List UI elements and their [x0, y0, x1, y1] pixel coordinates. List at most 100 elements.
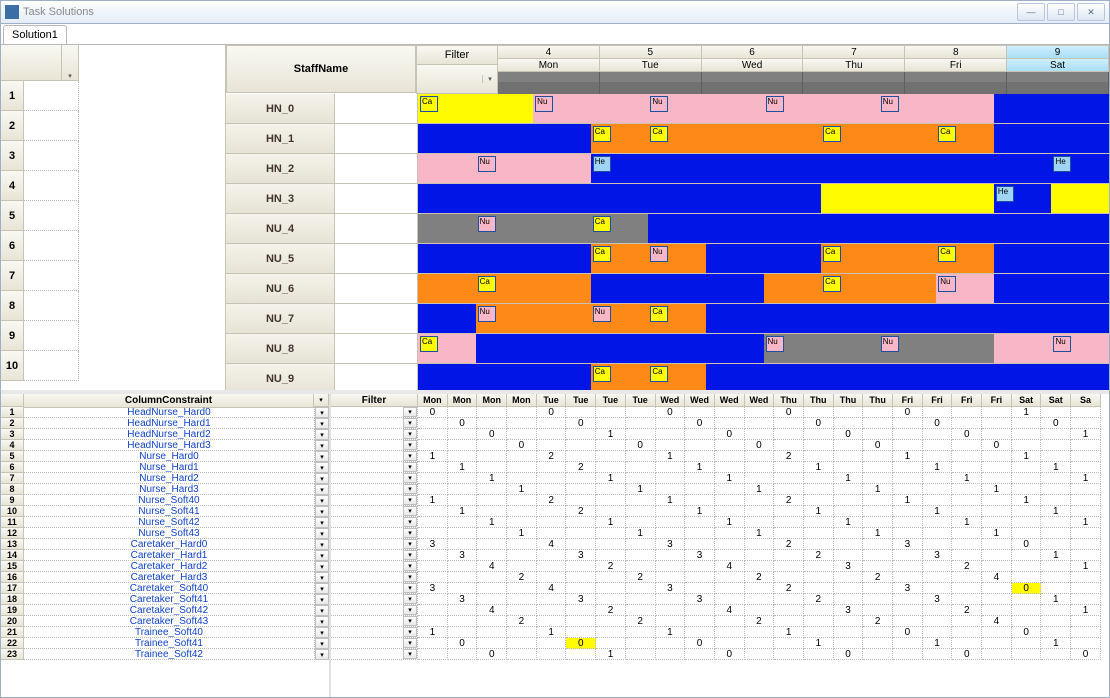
value-cell[interactable]: [1071, 418, 1101, 429]
value-cell[interactable]: [834, 484, 864, 495]
day-name-header[interactable]: Wed: [702, 59, 804, 72]
day-cell[interactable]: [994, 94, 1109, 123]
value-cell[interactable]: 2: [626, 616, 656, 627]
value-cell[interactable]: [537, 561, 567, 572]
value-cell[interactable]: [952, 550, 982, 561]
task-tag[interactable]: Ca: [938, 246, 956, 262]
value-cell[interactable]: [537, 638, 567, 649]
value-cell[interactable]: 3: [893, 583, 923, 594]
value-cell[interactable]: [982, 539, 1012, 550]
value-cell[interactable]: [893, 484, 923, 495]
day-cell[interactable]: Ca: [533, 244, 648, 273]
value-cell[interactable]: [1071, 506, 1101, 517]
value-cell[interactable]: [507, 473, 537, 484]
value-cell[interactable]: 0: [863, 440, 893, 451]
task-tag[interactable]: Ca: [420, 96, 438, 112]
value-cell[interactable]: [745, 495, 775, 506]
day-cell[interactable]: [533, 334, 648, 363]
value-cell[interactable]: 2: [952, 605, 982, 616]
dropdown-icon[interactable]: ▾: [403, 473, 417, 483]
task-tag[interactable]: Ca: [593, 366, 611, 382]
value-cell[interactable]: [745, 418, 775, 429]
value-cell[interactable]: [745, 627, 775, 638]
day-column-header[interactable]: Mon: [448, 394, 478, 407]
value-cell[interactable]: [834, 638, 864, 649]
value-cell[interactable]: [626, 473, 656, 484]
value-cell[interactable]: 4: [537, 583, 567, 594]
value-cell[interactable]: [477, 627, 507, 638]
day-cell[interactable]: [879, 364, 994, 390]
day-cell[interactable]: Nu: [764, 94, 879, 123]
value-cell[interactable]: [923, 451, 953, 462]
value-cell[interactable]: [923, 407, 953, 418]
value-cell[interactable]: [685, 539, 715, 550]
value-cell[interactable]: 3: [834, 605, 864, 616]
value-cell[interactable]: 1: [893, 451, 923, 462]
value-cell[interactable]: [1041, 627, 1071, 638]
value-cell[interactable]: [596, 506, 626, 517]
value-cell[interactable]: [507, 495, 537, 506]
filter-cell[interactable]: ▾: [331, 583, 418, 594]
value-cell[interactable]: 2: [507, 572, 537, 583]
task-tag[interactable]: Ca: [650, 306, 668, 322]
value-cell[interactable]: [477, 407, 507, 418]
value-cell[interactable]: [537, 649, 567, 660]
value-cell[interactable]: 4: [982, 572, 1012, 583]
value-cell[interactable]: [982, 473, 1012, 484]
staff-name[interactable]: NU_7: [226, 304, 335, 334]
value-cell[interactable]: [982, 517, 1012, 528]
dropdown-icon[interactable]: ▾: [315, 561, 329, 572]
value-cell[interactable]: 2: [566, 462, 596, 473]
value-cell[interactable]: [477, 583, 507, 594]
day-column-header[interactable]: Mon: [418, 394, 448, 407]
value-cell[interactable]: [1012, 462, 1042, 473]
dropdown-icon[interactable]: ▾: [403, 539, 417, 549]
staff-name[interactable]: HN_3: [226, 184, 335, 214]
value-cell[interactable]: 0: [685, 638, 715, 649]
value-cell[interactable]: [1041, 484, 1071, 495]
value-cell[interactable]: [982, 627, 1012, 638]
value-cell[interactable]: [774, 550, 804, 561]
dropdown-icon[interactable]: ▾: [403, 594, 417, 604]
value-cell[interactable]: 1: [1071, 429, 1101, 440]
value-cell[interactable]: 4: [537, 539, 567, 550]
value-cell[interactable]: [685, 451, 715, 462]
value-cell[interactable]: [418, 484, 448, 495]
value-cell[interactable]: [448, 616, 478, 627]
value-cell[interactable]: [448, 627, 478, 638]
dropdown-icon[interactable]: ▾: [403, 418, 417, 428]
value-cell[interactable]: [982, 407, 1012, 418]
staff-name[interactable]: NU_6: [226, 274, 335, 304]
value-cell[interactable]: 0: [626, 440, 656, 451]
value-cell[interactable]: [982, 462, 1012, 473]
value-cell[interactable]: [893, 506, 923, 517]
value-cell[interactable]: 3: [685, 594, 715, 605]
value-cell[interactable]: [774, 473, 804, 484]
tab-solution1[interactable]: Solution1: [3, 25, 67, 44]
value-cell[interactable]: [774, 506, 804, 517]
value-cell[interactable]: [774, 572, 804, 583]
value-cell[interactable]: 1: [596, 429, 626, 440]
value-cell[interactable]: 1: [715, 473, 745, 484]
value-cell[interactable]: [596, 594, 626, 605]
day-name-header[interactable]: Sat: [1007, 59, 1109, 72]
value-cell[interactable]: [685, 484, 715, 495]
value-cell[interactable]: [745, 539, 775, 550]
value-cell[interactable]: [923, 561, 953, 572]
value-cell[interactable]: 2: [863, 616, 893, 627]
constraint-name[interactable]: Caretaker_Soft42: [24, 605, 315, 616]
filter-cell[interactable]: [335, 244, 418, 274]
value-cell[interactable]: 1: [982, 528, 1012, 539]
value-cell[interactable]: [1012, 550, 1042, 561]
value-cell[interactable]: [596, 627, 626, 638]
value-cell[interactable]: [923, 473, 953, 484]
task-tag[interactable]: Nu: [593, 306, 611, 322]
value-cell[interactable]: 3: [566, 550, 596, 561]
value-cell[interactable]: 1: [596, 517, 626, 528]
constraint-name[interactable]: Caretaker_Soft40: [24, 583, 315, 594]
value-cell[interactable]: [1012, 594, 1042, 605]
day-cell[interactable]: Ca: [764, 244, 879, 273]
value-cell[interactable]: [566, 429, 596, 440]
day-cell[interactable]: Nu: [879, 274, 994, 303]
grid-cell[interactable]: [24, 81, 79, 111]
